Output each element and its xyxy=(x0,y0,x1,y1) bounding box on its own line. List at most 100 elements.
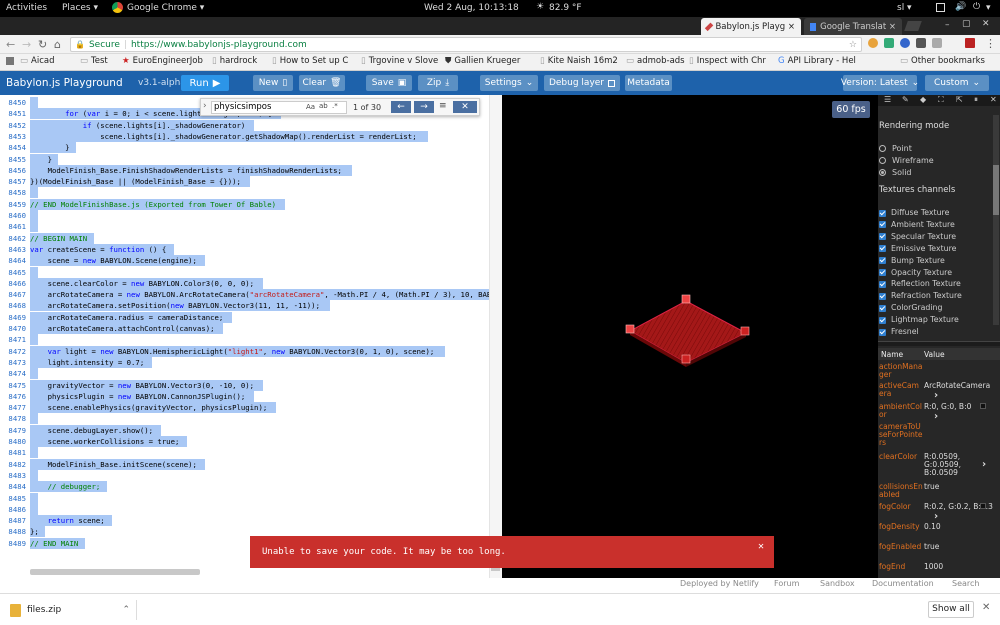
property-row[interactable]: fogEnabled true xyxy=(878,543,1000,563)
code-line[interactable]: if (scene.lights[i]._shadowGenerator) xyxy=(30,120,246,131)
maximize-icon[interactable]: ▢ xyxy=(962,19,971,29)
inspector-tab-icon[interactable]: ✎ xyxy=(902,95,909,104)
code-line[interactable]: // END MAIN xyxy=(30,538,78,549)
tab-babylon[interactable]: Babylon.js Playg × xyxy=(701,18,801,35)
bookmark-item[interactable]: G API Library - Hel xyxy=(778,56,858,66)
code-line[interactable]: } xyxy=(30,154,52,165)
other-bookmarks[interactable]: ▭ Other bookmarks xyxy=(900,56,998,66)
reload-icon[interactable]: ↻ xyxy=(38,38,47,51)
inspector-scrollbar[interactable] xyxy=(993,115,999,325)
forum-link[interactable]: Forum xyxy=(774,579,799,588)
code-line[interactable]: gravityVector = new BABYLON.Vector3(0, -… xyxy=(30,380,255,391)
star-icon[interactable]: ☆ xyxy=(849,40,857,50)
extension-icon[interactable] xyxy=(916,38,926,48)
netlify-link[interactable]: Deployed by Netlify xyxy=(680,579,759,588)
back-icon[interactable]: ← xyxy=(6,38,15,51)
match-case-icon[interactable]: Aa xyxy=(306,103,315,111)
render-canvas[interactable]: 60 fps xyxy=(502,95,878,578)
chrome-menu-icon[interactable]: ⋮ xyxy=(985,37,996,50)
expand-arrow-icon[interactable]: › xyxy=(982,459,986,470)
editor-scrollbar[interactable] xyxy=(489,95,502,578)
extension-icon[interactable] xyxy=(932,38,942,48)
code-line[interactable]: arcRotateCamera.attachControl(canvas); xyxy=(30,323,215,334)
close-shelf-icon[interactable]: ✕ xyxy=(982,602,990,613)
run-button[interactable]: Run ▶ xyxy=(181,75,229,91)
texture-toggle[interactable]: Ambient Texture xyxy=(879,220,955,229)
code-line[interactable]: ModelFinish_Base.FinishShadowRenderLists… xyxy=(30,165,342,176)
regex-icon[interactable]: .* xyxy=(332,102,338,110)
inspector-tab-icon[interactable]: ⏸ xyxy=(974,95,978,105)
code-line[interactable]: scene.lights[i]._shadowGenerator.getShad… xyxy=(30,131,416,142)
texture-toggle[interactable]: Reflection Texture xyxy=(879,279,961,288)
code-line[interactable]: }; xyxy=(30,526,39,537)
render-mode-solid[interactable]: Solid xyxy=(879,168,912,177)
code-line[interactable]: arcRotateCamera.radius = cameraDistance; xyxy=(30,312,224,323)
panel-splitter[interactable] xyxy=(878,341,1000,346)
metadata-button[interactable]: Metadata xyxy=(625,75,672,91)
texture-toggle[interactable]: ColorGrading xyxy=(879,303,942,312)
forward-icon[interactable]: → xyxy=(22,38,31,51)
new-button[interactable]: New ▯ xyxy=(253,75,293,91)
code-line[interactable]: physicsPlugin = new BABYLON.CannonJSPlug… xyxy=(30,391,246,402)
property-row[interactable]: cameraToUseForPointers xyxy=(878,423,1000,447)
activities-button[interactable]: Activities xyxy=(6,3,47,13)
code-line[interactable]: scene.debugLayer.show(); xyxy=(30,425,153,436)
color-swatch[interactable] xyxy=(980,503,986,509)
texture-toggle[interactable]: Diffuse Texture xyxy=(879,208,949,217)
places-menu[interactable]: Places ▾ xyxy=(62,3,98,13)
search-link[interactable]: Search xyxy=(952,579,979,588)
inspector-tab-icon[interactable]: ☰ xyxy=(884,95,891,104)
texture-toggle[interactable]: Refraction Texture xyxy=(879,291,962,300)
code-line[interactable]: scene.clearColor = new BABYLON.Color3(0,… xyxy=(30,278,255,289)
bookmark-item[interactable]: ▭ Aicad xyxy=(20,56,68,66)
new-tab-button[interactable] xyxy=(904,21,922,31)
code-line[interactable]: arcRotateCamera = new BABYLON.ArcRotateC… xyxy=(30,289,502,300)
editor-hscroll-thumb[interactable] xyxy=(30,569,200,575)
sandbox-link[interactable]: Sandbox xyxy=(820,579,855,588)
code-line[interactable]: // END ModelFinishBase.js (Exported from… xyxy=(30,199,276,210)
previous-match-button[interactable]: ← xyxy=(391,101,411,113)
save-button[interactable]: Save ▣ xyxy=(366,75,412,91)
inspector-tab-icon[interactable]: ⛶ xyxy=(938,95,944,105)
property-row[interactable]: actionManager xyxy=(878,363,1000,383)
bookmark-item[interactable]: ▭ Test xyxy=(80,56,120,66)
next-match-button[interactable]: → xyxy=(414,101,434,113)
documentation-link[interactable]: Documentation xyxy=(872,579,934,588)
property-row[interactable]: activeCamera ArcRotateCamera › xyxy=(878,382,1000,402)
settings-button[interactable]: Settings ⌄ xyxy=(480,75,538,91)
tab-google-translate[interactable]: Google Translat × xyxy=(804,18,902,35)
expand-arrow-icon[interactable]: › xyxy=(934,511,938,522)
close-icon[interactable]: ✕ xyxy=(758,541,764,552)
bookmark-item[interactable]: ▯ Inspect with Chr xyxy=(689,56,771,66)
code-line[interactable]: } xyxy=(30,142,69,153)
texture-toggle[interactable]: Lightmap Texture xyxy=(879,315,959,324)
texture-toggle[interactable]: Fresnel xyxy=(879,327,919,336)
texture-toggle[interactable]: Specular Texture xyxy=(879,232,956,241)
clear-button[interactable]: Clear 🗑 xyxy=(299,75,345,91)
code-line[interactable]: // BEGIN MAIN xyxy=(30,233,87,244)
version-select[interactable]: Version: Latest ⌄ xyxy=(841,75,919,91)
extension-icon[interactable] xyxy=(868,38,878,48)
whole-word-icon[interactable]: ab xyxy=(319,102,328,110)
show-all-button[interactable]: Show all xyxy=(928,601,974,618)
property-row[interactable]: fogColor R:0.2, G:0.2, B:0.3 › xyxy=(878,503,1000,523)
code-line[interactable]: scene.enablePhysics(gravityVector, physi… xyxy=(30,402,268,413)
bookmark-item[interactable]: ▭ admob-ads xyxy=(626,56,688,66)
user-menu[interactable]: sl ▾ xyxy=(897,3,912,13)
zip-button[interactable]: Zip ⤓ xyxy=(418,75,458,91)
debug-layer-button[interactable]: Debug layer xyxy=(544,75,620,91)
inspector-tab-icon[interactable]: ◆ xyxy=(920,95,926,104)
inspector-close-icon[interactable]: ✕ xyxy=(990,95,997,104)
color-swatch[interactable] xyxy=(980,403,986,409)
url-bar[interactable]: 🔒 Secure | https://www.babylonjs-playgro… xyxy=(70,37,862,52)
expand-arrow-icon[interactable]: › xyxy=(934,390,938,401)
property-row[interactable]: clearColor R:0.0509, G:0.0509, B:0.0509 › xyxy=(878,453,1000,477)
apps-icon[interactable] xyxy=(6,57,14,65)
texture-toggle[interactable]: Bump Texture xyxy=(879,256,945,265)
code-line[interactable]: light.intensity = 0.7; xyxy=(30,357,145,368)
code-line[interactable]: arcRotateCamera.setPosition(new BABYLON.… xyxy=(30,300,320,311)
property-row[interactable]: ambientColor R:0, G:0, B:0 › xyxy=(878,403,1000,423)
extension-icon[interactable] xyxy=(884,38,894,48)
bookmark-item[interactable]: ★ EuroEngineerJob xyxy=(122,56,210,66)
bookmark-item[interactable]: ⛊ Gallien Krueger xyxy=(445,56,537,66)
